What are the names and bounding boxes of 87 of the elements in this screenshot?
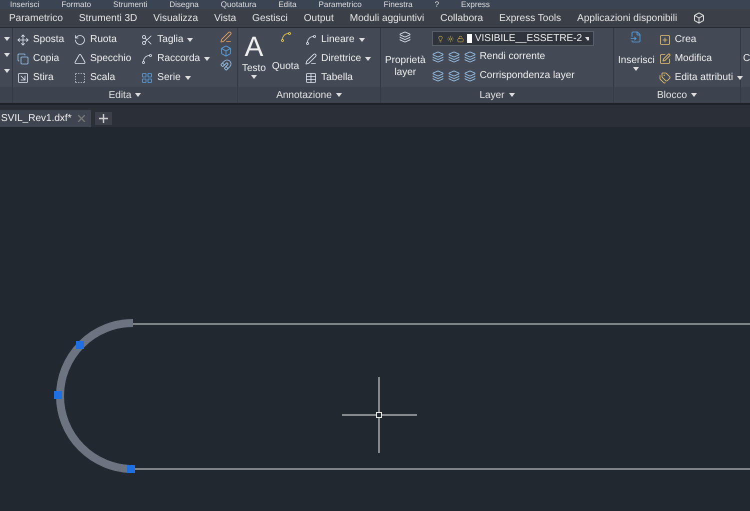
ribbon-tool[interactable]: A Testo: [242, 31, 266, 87]
ribbon-tool[interactable]: Sposta: [17, 31, 64, 48]
stretch-icon: [17, 72, 29, 84]
create-block-icon: [658, 34, 671, 46]
menu-item[interactable]: Inserisci: [10, 0, 40, 9]
ribbon-tool[interactable]: Quota: [272, 31, 300, 87]
layers-icon: [432, 50, 444, 62]
array-icon: [141, 72, 154, 84]
ribbon-tab[interactable]: Collabora: [440, 12, 484, 24]
caret-icon[interactable]: [4, 53, 10, 57]
ribbon-tool[interactable]: Direttrice: [305, 50, 372, 67]
panel-title[interactable]: Annotazione: [238, 87, 380, 103]
panel-title[interactable]: Blocco: [614, 87, 740, 103]
ribbon-tool[interactable]: Lineare: [305, 31, 372, 48]
ribbon-tool[interactable]: Crea: [658, 31, 744, 48]
ribbon-tool[interactable]: C: [743, 31, 750, 87]
caret-icon[interactable]: [4, 37, 10, 41]
ribbon-tool[interactable]: Taglia: [141, 31, 210, 48]
ribbon-tab[interactable]: Output: [304, 12, 334, 24]
grip-point: [76, 341, 84, 349]
grip-point: [127, 465, 135, 473]
menu-item[interactable]: Finestra: [384, 0, 413, 9]
ribbon-tool[interactable]: Inserisci: [618, 31, 655, 87]
caret-icon[interactable]: [336, 93, 342, 97]
caret-icon[interactable]: [204, 56, 210, 60]
menu-item[interactable]: Formato: [61, 0, 92, 9]
ribbon-tab[interactable]: Vista: [214, 12, 236, 24]
ribbon-tool[interactable]: Proprietà layer: [385, 31, 426, 87]
caret-icon[interactable]: [4, 69, 10, 73]
panel-title[interactable]: Layer: [381, 87, 613, 103]
caret-icon[interactable]: [358, 38, 365, 42]
ribbon-tool[interactable]: Stira: [17, 69, 64, 86]
menu-item[interactable]: Strumenti: [113, 0, 148, 9]
new-tab-button[interactable]: [94, 112, 112, 125]
layers-icon: [448, 50, 460, 62]
caret-icon[interactable]: [184, 76, 191, 80]
copy-icon: [17, 52, 29, 64]
ribbon-tool[interactable]: Tabella: [305, 69, 372, 86]
ribbon-tab[interactable]: Express Tools: [499, 12, 562, 24]
layer-dropdown[interactable]: VISIBILE__ESSETRE-2: [432, 31, 594, 46]
caret-icon[interactable]: [508, 93, 514, 97]
layers-icon: [399, 31, 412, 43]
table-icon: [305, 72, 318, 84]
menu-item[interactable]: Quotatura: [220, 0, 256, 9]
ribbon-tool[interactable]: Modifica: [658, 50, 744, 67]
menu-item[interactable]: Disegna: [169, 0, 199, 9]
menu-item[interactable]: ?: [434, 0, 440, 9]
ribbon-tab[interactable]: Visualizza: [153, 12, 198, 24]
caret-icon[interactable]: [737, 76, 744, 80]
rotate-icon: [74, 34, 86, 46]
ribbon-tool[interactable]: Corrispondenza layer: [432, 67, 594, 84]
scissors-icon: [141, 34, 154, 46]
insert-icon: [630, 31, 642, 43]
ribbon-tool[interactable]: Raccorda: [141, 50, 210, 67]
caret-icon[interactable]: [585, 36, 589, 40]
panel-title[interactable]: Edita: [13, 87, 237, 103]
ribbon-tool[interactable]: Serie: [141, 69, 210, 86]
caret-icon[interactable]: [187, 38, 194, 42]
ribbon-tool[interactable]: Edita attributi: [658, 69, 744, 86]
menu-item[interactable]: Edita: [278, 0, 297, 9]
ribbon-tab[interactable]: Gestisci: [252, 12, 288, 24]
ribbon-tab[interactable]: Strumenti 3D: [78, 12, 138, 24]
menu-item[interactable]: Express: [461, 0, 490, 9]
ribbon-tab[interactable]: Applicazioni disponibili: [577, 12, 678, 24]
caret-icon[interactable]: [135, 93, 142, 97]
caret-icon[interactable]: [633, 67, 640, 71]
ribbon-tab[interactable]: Moduli aggiuntivi: [350, 12, 424, 24]
ribbon-tab[interactable]: Parametrico: [9, 12, 63, 24]
ribbon-tool[interactable]: Scala: [74, 69, 132, 86]
ribbon-tool[interactable]: Specchio: [74, 50, 132, 67]
grip-point: [54, 391, 62, 399]
edit-block-icon: [658, 52, 671, 64]
document-tab[interactable]: SVIL_Rev1.dxf*: [0, 110, 91, 127]
move-icon: [17, 34, 29, 46]
layers-icon: [432, 70, 444, 82]
text-icon: A: [244, 31, 264, 63]
caret-icon[interactable]: [250, 75, 257, 79]
cube-icon[interactable]: [693, 12, 706, 24]
menu-item[interactable]: Parametrico: [318, 0, 362, 9]
ribbon-tool[interactable]: Rendi corrente: [432, 48, 594, 65]
ribbon-tool[interactable]: Copia: [17, 50, 64, 67]
ribbon-tool[interactable]: Ruota: [74, 31, 132, 48]
layers-icon: [448, 70, 460, 82]
caret-icon[interactable]: [365, 56, 372, 60]
layers-icon: [464, 50, 476, 62]
caret-icon[interactable]: [691, 93, 697, 97]
layers-icon: [464, 70, 476, 82]
